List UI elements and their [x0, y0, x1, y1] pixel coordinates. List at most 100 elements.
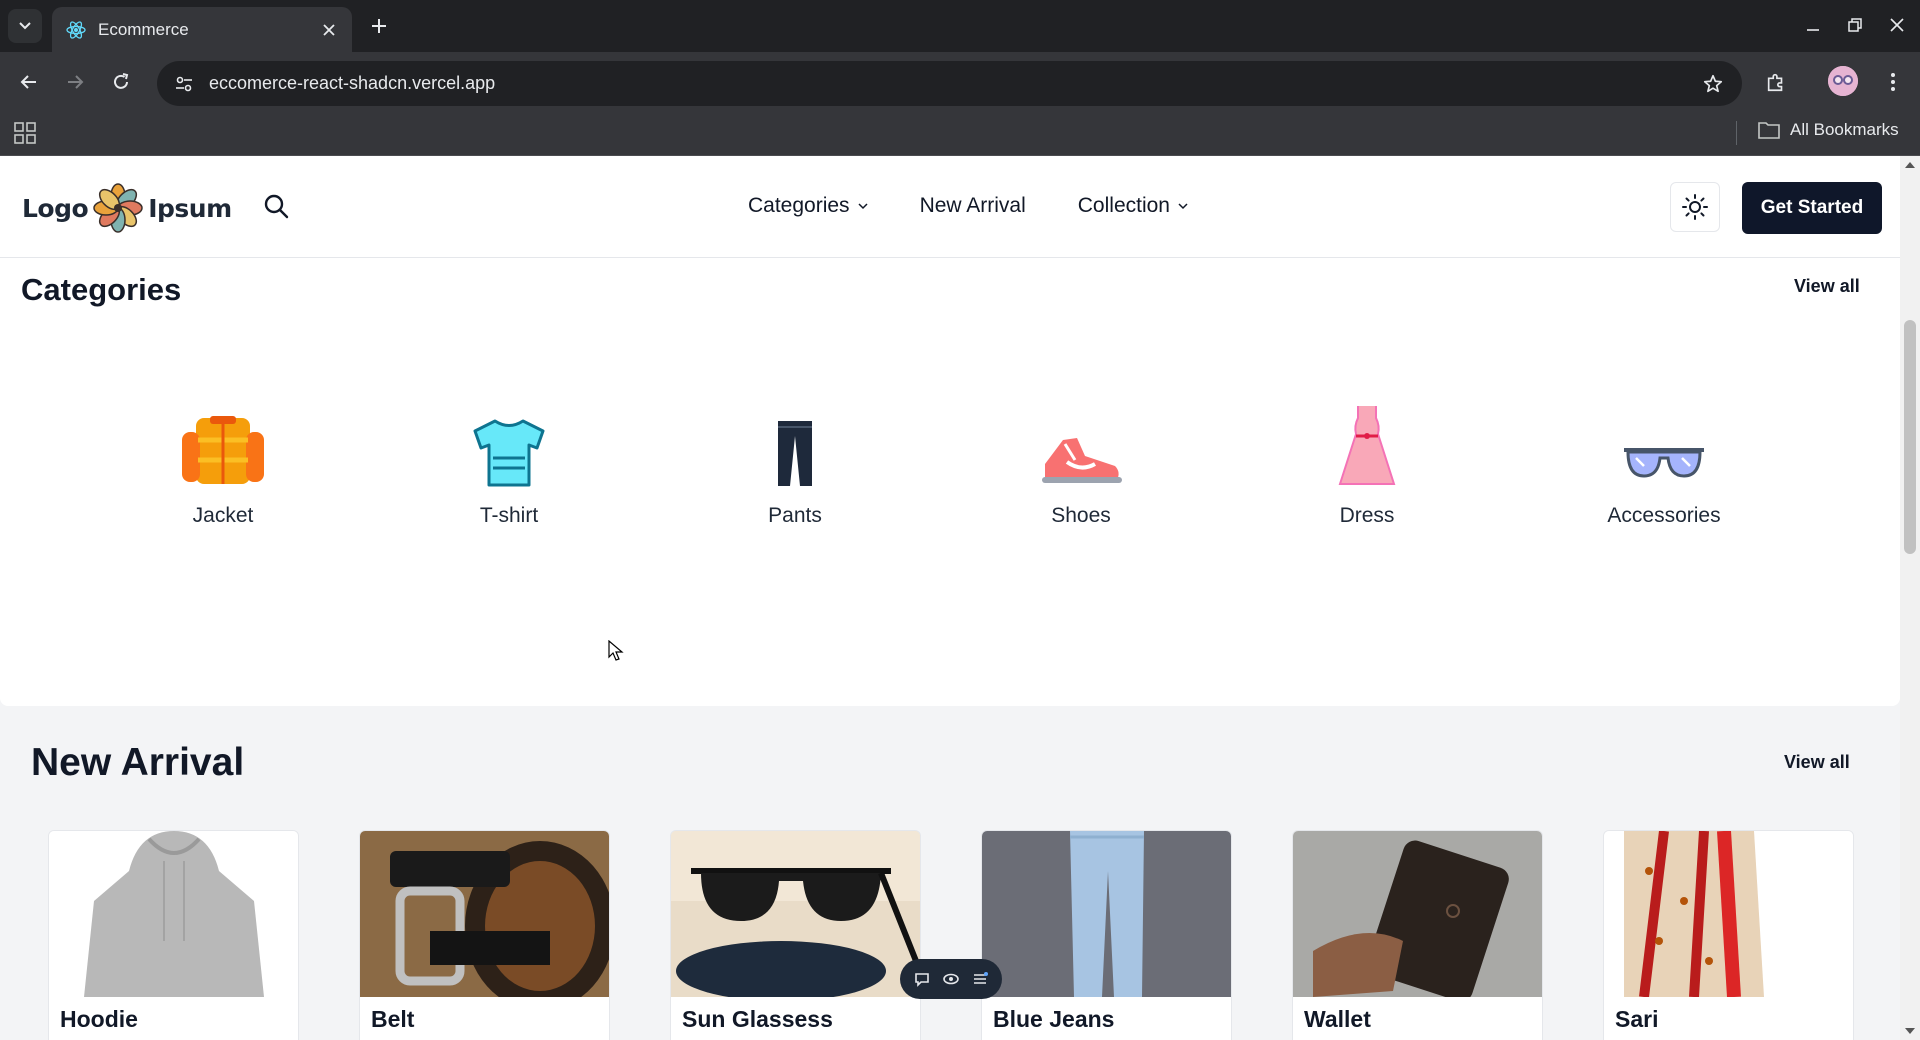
page-viewport: Logo Ipsum Categories New Arrival Collec… — [0, 156, 1900, 1040]
dress-icon — [1338, 406, 1396, 485]
browser-toolbar: eccomerce-react-shadcn.vercel.app — [0, 52, 1920, 111]
browser-menu-button[interactable] — [1876, 65, 1910, 99]
puzzle-icon — [1767, 73, 1783, 92]
jacket-icon — [182, 416, 264, 484]
get-started-button[interactable]: Get Started — [1742, 182, 1882, 234]
site-logo[interactable]: Logo Ipsum — [22, 182, 232, 234]
categories-view-all-link[interactable]: View all — [1794, 276, 1860, 297]
product-name: Hoodie — [60, 1006, 138, 1032]
plus-icon — [372, 19, 386, 33]
shoes-icon — [1042, 438, 1122, 483]
site-info-icon[interactable] — [173, 73, 195, 95]
arrow-right-icon — [68, 75, 84, 89]
restore-icon — [1848, 18, 1862, 32]
chevron-down-icon — [1178, 202, 1188, 209]
category-label: Shoes — [1051, 504, 1111, 527]
category-jacket[interactable]: Jacket — [123, 398, 323, 528]
new-arrival-view-all-link[interactable]: View all — [1784, 752, 1850, 773]
chevron-down-icon — [858, 202, 868, 209]
product-name: Blue Jeans — [993, 1006, 1115, 1032]
product-card-wallet[interactable]: Wallet — [1292, 830, 1543, 1040]
eye-icon[interactable] — [942, 970, 960, 988]
tab-close-icon[interactable] — [318, 19, 340, 41]
product-card-blue-jeans[interactable]: Blue Jeans — [981, 830, 1232, 1040]
nav-new-arrival-label: New Arrival — [919, 194, 1026, 217]
profile-avatar[interactable] — [1828, 66, 1858, 96]
sun-icon — [1682, 194, 1708, 220]
apps-grid-icon[interactable] — [13, 121, 37, 145]
product-name: Wallet — [1304, 1006, 1371, 1032]
close-icon — [1890, 18, 1904, 32]
scroll-down-arrow[interactable] — [1905, 1028, 1915, 1034]
product-image-belt — [360, 831, 609, 1011]
logo-flower-icon — [93, 183, 143, 233]
minimize-button[interactable] — [1798, 10, 1828, 40]
search-icon[interactable] — [262, 192, 290, 220]
categories-title: Categories — [21, 272, 182, 307]
all-bookmarks-button[interactable]: All Bookmarks — [1758, 120, 1899, 140]
product-image-sunglasses — [671, 831, 920, 1001]
browser-tab[interactable]: Ecommerce — [52, 7, 352, 52]
kebab-menu-icon — [1891, 73, 1895, 91]
arrow-left-icon — [20, 75, 36, 89]
product-image-hoodie — [49, 831, 298, 997]
scroll-up-arrow[interactable] — [1905, 162, 1915, 168]
reload-button[interactable] — [104, 65, 138, 99]
forward-button[interactable] — [58, 65, 92, 99]
react-icon — [66, 20, 86, 39]
nav-new-arrival[interactable]: New Arrival — [920, 194, 1026, 218]
minimize-icon — [1807, 29, 1819, 31]
category-label: Accessories — [1607, 504, 1721, 527]
address-bar[interactable]: eccomerce-react-shadcn.vercel.app — [157, 61, 1742, 106]
product-card-hoodie[interactable]: Hoodie — [48, 830, 299, 1040]
glasses-icon — [1624, 448, 1704, 478]
tshirt-icon — [473, 419, 545, 487]
all-bookmarks-label: All Bookmarks — [1790, 120, 1899, 139]
product-name: Sari — [1615, 1006, 1659, 1032]
product-card-belt[interactable]: Belt — [359, 830, 610, 1040]
theme-toggle-button[interactable] — [1670, 182, 1720, 232]
floating-toolbar — [900, 959, 1002, 999]
extensions-button[interactable] — [1759, 65, 1793, 99]
star-icon[interactable] — [1702, 73, 1724, 95]
tab-title: Ecommerce — [98, 19, 189, 39]
category-label: Pants — [768, 504, 822, 527]
logo-text-right: Ipsum — [148, 193, 232, 223]
reload-icon — [114, 73, 129, 89]
category-accessories[interactable]: Accessories — [1564, 398, 1764, 528]
product-card-sari[interactable]: Sari — [1603, 830, 1854, 1040]
back-button[interactable] — [12, 65, 46, 99]
new-arrival-title: New Arrival — [31, 741, 245, 784]
menu-icon[interactable] — [971, 970, 989, 988]
category-pants[interactable]: Pants — [695, 398, 895, 528]
product-name: Sun Glassess — [682, 1006, 833, 1032]
pants-icon — [778, 421, 812, 486]
close-window-button[interactable] — [1882, 10, 1912, 40]
restore-button[interactable] — [1840, 10, 1870, 40]
category-dress[interactable]: Dress — [1267, 398, 1467, 528]
bookmarks-bar: All Bookmarks — [0, 111, 1920, 156]
scrollbar-thumb[interactable] — [1904, 320, 1916, 554]
category-tshirt[interactable]: T-shirt — [409, 398, 609, 528]
comment-icon[interactable] — [913, 970, 931, 988]
nav-categories[interactable]: Categories — [748, 194, 868, 218]
category-shoes[interactable]: Shoes — [981, 398, 1181, 528]
site-header: Logo Ipsum Categories New Arrival Collec… — [0, 156, 1900, 258]
mouse-cursor-icon — [608, 640, 624, 661]
category-label: T-shirt — [479, 504, 539, 527]
chevron-down-icon — [19, 22, 31, 30]
nav-collection[interactable]: Collection — [1078, 194, 1188, 218]
product-image-sari — [1604, 831, 1853, 998]
category-label: Dress — [1339, 504, 1395, 527]
product-card-sunglasses[interactable]: Sun Glassess — [670, 830, 921, 1040]
product-image-wallet — [1293, 831, 1542, 1002]
url-text: eccomerce-react-shadcn.vercel.app — [209, 73, 496, 93]
categories-section: Categories View all Jacket T-shirt Pants… — [0, 258, 1900, 706]
folder-icon — [1758, 122, 1780, 139]
nav-categories-label: Categories — [748, 194, 850, 217]
browser-tabbar: Ecommerce — [0, 0, 1920, 52]
new-tab-button[interactable] — [366, 13, 392, 39]
tab-search-button[interactable] — [8, 9, 42, 43]
page-scrollbar[interactable] — [1900, 156, 1920, 1040]
product-image-jeans — [982, 831, 1231, 997]
